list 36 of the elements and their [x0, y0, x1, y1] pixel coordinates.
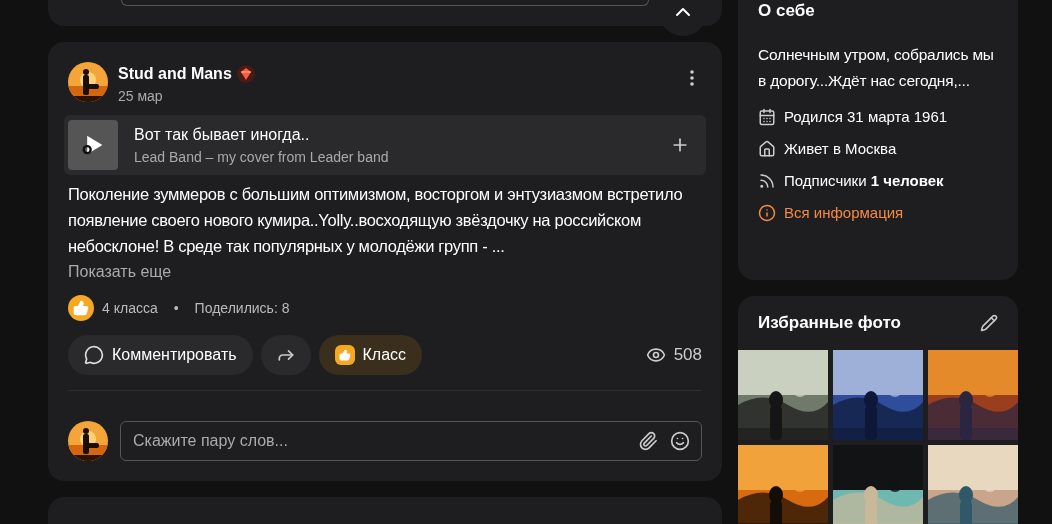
share-button[interactable]	[260, 335, 311, 375]
speech-bubble-icon	[84, 345, 104, 365]
play-icon[interactable]	[68, 120, 118, 170]
views-count: 508	[673, 344, 702, 367]
post-text: Поколение зуммеров с большим оптимизмом, восторгом и энтузиазмом встретило появление своего нового кумира..Yolly..восходящую звёздочку на российском небосклоне! В среде так популярных у молодёжи групп - ...	[68, 184, 684, 257]
smiley-icon[interactable]	[670, 431, 690, 451]
shares-count[interactable]: Поделились: 8	[194, 297, 290, 319]
track-title: Вот так бывает иногда..	[134, 124, 311, 145]
thumbs-up-icon	[334, 345, 355, 365]
diamond-badge-icon	[235, 64, 256, 84]
profile-fact: Родился 31 марта 1961	[784, 106, 948, 127]
about-title: О себе	[758, 0, 816, 22]
post-date: 25 мар	[118, 87, 164, 106]
comment-field[interactable]: Скажите пару слов...	[120, 421, 702, 461]
track-subtitle: Lead Band – my cover from Leader band	[134, 147, 390, 167]
house-icon	[758, 140, 776, 158]
all-info-link[interactable]: Вся информация	[784, 201, 904, 225]
track-row[interactable]: Вот так бывает иногда.. Lead Band – my cover from Leader band	[64, 115, 706, 175]
more-icon	[690, 70, 694, 86]
calendar-icon	[758, 108, 776, 126]
separator: •	[172, 298, 180, 318]
profile-fact: Живет в Москва	[784, 138, 897, 159]
thumbs-up-icon	[68, 295, 94, 321]
about-text: Солнечным утром, собрались мы в дорогу...Ждёт нас сегодня,...	[758, 45, 995, 91]
edit-icon[interactable]	[980, 314, 998, 332]
comment-button[interactable]: Комментировать	[68, 335, 253, 375]
eye-icon	[645, 345, 666, 365]
likes-count[interactable]: 4 класса	[102, 297, 158, 319]
paperclip-icon[interactable]	[638, 431, 658, 451]
photos-title: Избранные фото	[758, 312, 901, 335]
show-more-link[interactable]: Показать еще	[68, 259, 172, 285]
rss-icon	[758, 172, 776, 190]
info-icon	[758, 204, 776, 222]
profile-fact: Подписчики 1 человек	[784, 170, 944, 191]
like-button[interactable]: Класс	[318, 335, 423, 375]
author-name[interactable]: Stud and Mans	[118, 62, 232, 86]
